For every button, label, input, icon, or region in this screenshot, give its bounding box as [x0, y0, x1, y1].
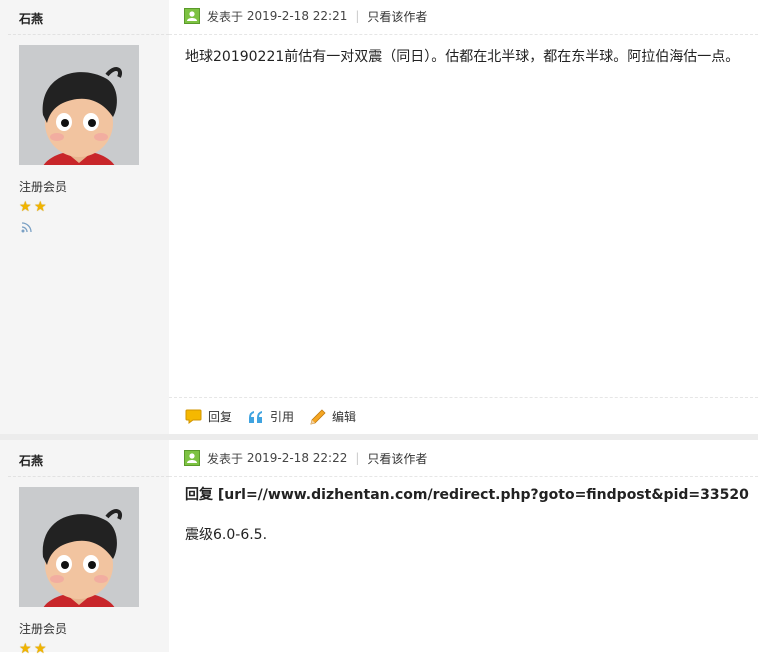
- post-content: 地球20190221前估有一对双震（同日）。估都在北半球，都在东半球。阿拉伯海估…: [185, 46, 758, 68]
- avatar[interactable]: [19, 487, 139, 607]
- reply-button[interactable]: 回复: [185, 408, 232, 425]
- content-line: 地球20190221前估有一对双震（同日）。估都在北半球，都在东半球。阿拉伯海估…: [185, 49, 740, 65]
- edit-label: 编辑: [332, 410, 357, 424]
- star-icon: ★: [19, 199, 32, 215]
- author-name[interactable]: 石燕: [19, 10, 43, 27]
- post-main: 发表于 2019-2-18 22:21 | 只看该作者 地球20190221前估…: [169, 0, 758, 434]
- star-icon: ★: [19, 641, 32, 657]
- rss-icon[interactable]: [21, 222, 32, 233]
- author-name[interactable]: 石燕: [19, 452, 43, 469]
- meta-prefix: 发表于: [207, 9, 244, 24]
- rank-stars: ★ ★: [19, 200, 49, 216]
- divider: [169, 34, 758, 35]
- pencil-icon: [310, 408, 326, 425]
- quote-button[interactable]: 引用: [248, 408, 294, 425]
- content-line: 震级6.0-6.5.: [185, 527, 268, 543]
- edit-button[interactable]: 编辑: [310, 408, 356, 425]
- divider: [8, 34, 169, 35]
- quote-label: 引用: [270, 410, 295, 424]
- post-meta: 发表于 2019-2-18 22:22 | 只看该作者: [184, 450, 427, 466]
- divider: [8, 476, 169, 477]
- reply-icon: [185, 409, 202, 424]
- rank-stars: ★ ★: [19, 642, 49, 658]
- online-status-icon: [184, 8, 200, 24]
- separator: |: [355, 9, 360, 23]
- avatar[interactable]: [19, 45, 139, 165]
- post-date: 2019-2-18 22:21: [246, 9, 348, 23]
- user-group[interactable]: 注册会员: [19, 620, 67, 637]
- post-date: 2019-2-18 22:22: [246, 451, 348, 465]
- author-only-link[interactable]: 只看该作者: [367, 450, 427, 467]
- online-status-icon: [184, 450, 200, 466]
- post-2: 石燕 注册会员 ★ ★ 发表于 2019-2-18 22:22 | 只看该作者 …: [0, 440, 758, 656]
- star-icon: ★: [34, 199, 47, 215]
- divider: [169, 397, 758, 398]
- meta-prefix: 发表于: [207, 451, 244, 466]
- divider: [169, 476, 758, 477]
- post-main: 发表于 2019-2-18 22:22 | 只看该作者 回复 [url=//ww…: [169, 440, 758, 652]
- quote-icon: [249, 410, 263, 423]
- author-only-link[interactable]: 只看该作者: [367, 8, 427, 25]
- author-sidebar: 石燕 注册会员 ★ ★: [0, 0, 169, 434]
- post-1: 石燕 注册会员 ★ ★ 发表于 2019-2-18 22:21 | 只看该作者 …: [0, 0, 758, 434]
- post-actions: 回复 引用 编辑: [185, 408, 372, 425]
- post-meta: 发表于 2019-2-18 22:21 | 只看该作者: [184, 8, 427, 24]
- post-content: 回复 [url=//www.dizhentan.com/redirect.php…: [185, 484, 758, 546]
- star-icon: ★: [34, 641, 47, 657]
- separator: |: [355, 451, 360, 465]
- reply-label: 回复: [208, 410, 233, 424]
- user-group[interactable]: 注册会员: [19, 178, 67, 195]
- quote-reply-line: 回复 [url=//www.dizhentan.com/redirect.php…: [185, 487, 749, 503]
- author-sidebar: 石燕 注册会员 ★ ★: [0, 440, 169, 656]
